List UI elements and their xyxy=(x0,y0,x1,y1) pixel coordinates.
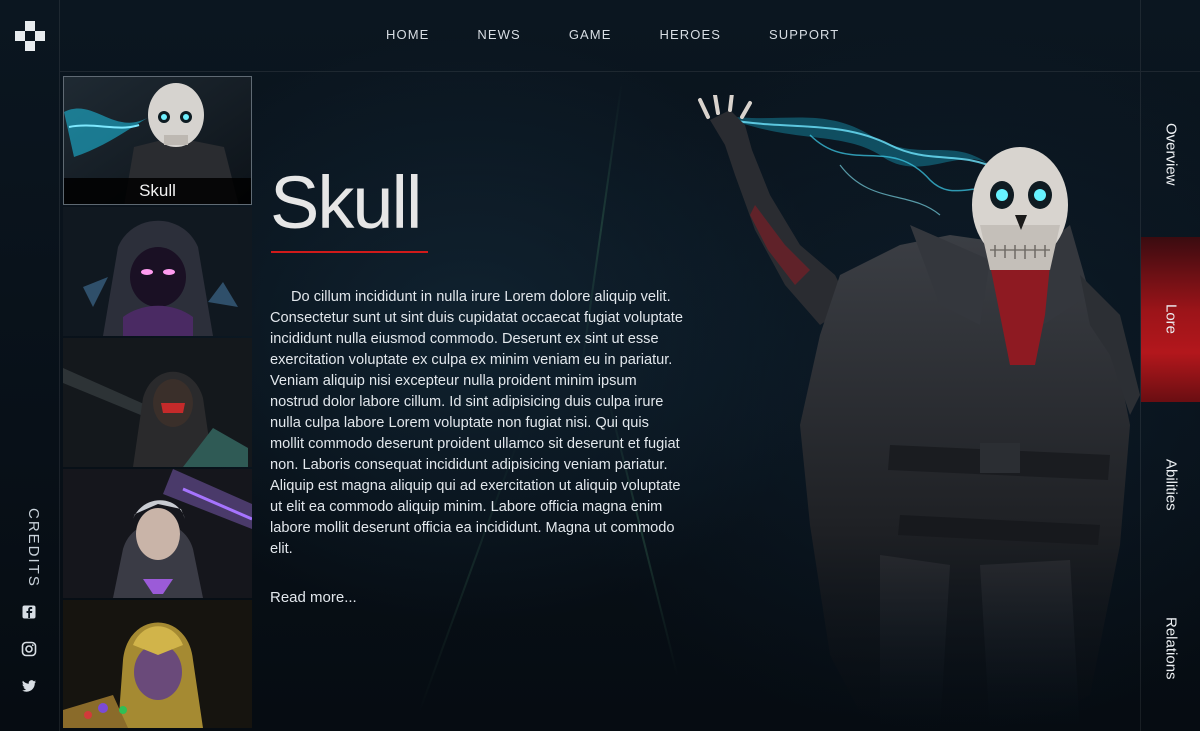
top-navigation: HOME NEWS GAME HEROES SUPPORT xyxy=(60,0,1140,72)
tab-label: Abilities xyxy=(1162,458,1180,511)
top-right-corner xyxy=(1140,0,1200,72)
instagram-icon[interactable] xyxy=(21,641,37,657)
hero-card-skull[interactable]: Skull xyxy=(63,76,252,205)
hero-title: Skull xyxy=(270,161,422,244)
hero-portrait-gunner xyxy=(63,338,252,467)
facebook-icon[interactable] xyxy=(21,604,37,620)
twitter-icon[interactable] xyxy=(21,678,37,694)
credits-link[interactable]: CREDITS xyxy=(18,508,42,588)
right-tab-rail: Overview Lore Abilities Relations xyxy=(1140,72,1200,731)
hero-card[interactable] xyxy=(63,600,252,728)
hero-card[interactable] xyxy=(63,469,252,598)
title-underline xyxy=(271,251,428,253)
tab-overview[interactable]: Overview xyxy=(1141,72,1200,237)
hero-card[interactable] xyxy=(63,338,252,467)
read-more-link[interactable]: Read more... xyxy=(270,589,357,606)
hero-portrait-raven xyxy=(63,207,252,336)
hero-card-name: Skull xyxy=(64,178,251,204)
tab-label: Lore xyxy=(1162,304,1180,335)
hero-portrait-titan xyxy=(63,600,252,728)
nav-news[interactable]: NEWS xyxy=(477,27,520,42)
lore-text: Do cillum incididunt in nulla irure Lore… xyxy=(270,289,683,557)
gamepad-logo-icon[interactable] xyxy=(14,20,46,52)
nav-support[interactable]: SUPPORT xyxy=(769,27,839,42)
tab-label: Relations xyxy=(1162,617,1180,680)
nav-links: HOME NEWS GAME HEROES SUPPORT xyxy=(386,27,839,42)
tab-lore[interactable]: Lore xyxy=(1141,237,1200,402)
tab-abilities[interactable]: Abilities xyxy=(1141,402,1200,567)
hero-artwork xyxy=(698,95,1140,731)
hero-portrait-cyber xyxy=(63,469,252,598)
nav-heroes[interactable]: HEROES xyxy=(660,27,722,42)
left-sidebar: CREDITS xyxy=(0,0,60,731)
nav-home[interactable]: HOME xyxy=(386,27,429,42)
hero-card[interactable] xyxy=(63,207,252,336)
nav-game[interactable]: GAME xyxy=(569,27,612,42)
tab-label: Overview xyxy=(1162,123,1180,186)
tab-relations[interactable]: Relations xyxy=(1141,566,1200,731)
